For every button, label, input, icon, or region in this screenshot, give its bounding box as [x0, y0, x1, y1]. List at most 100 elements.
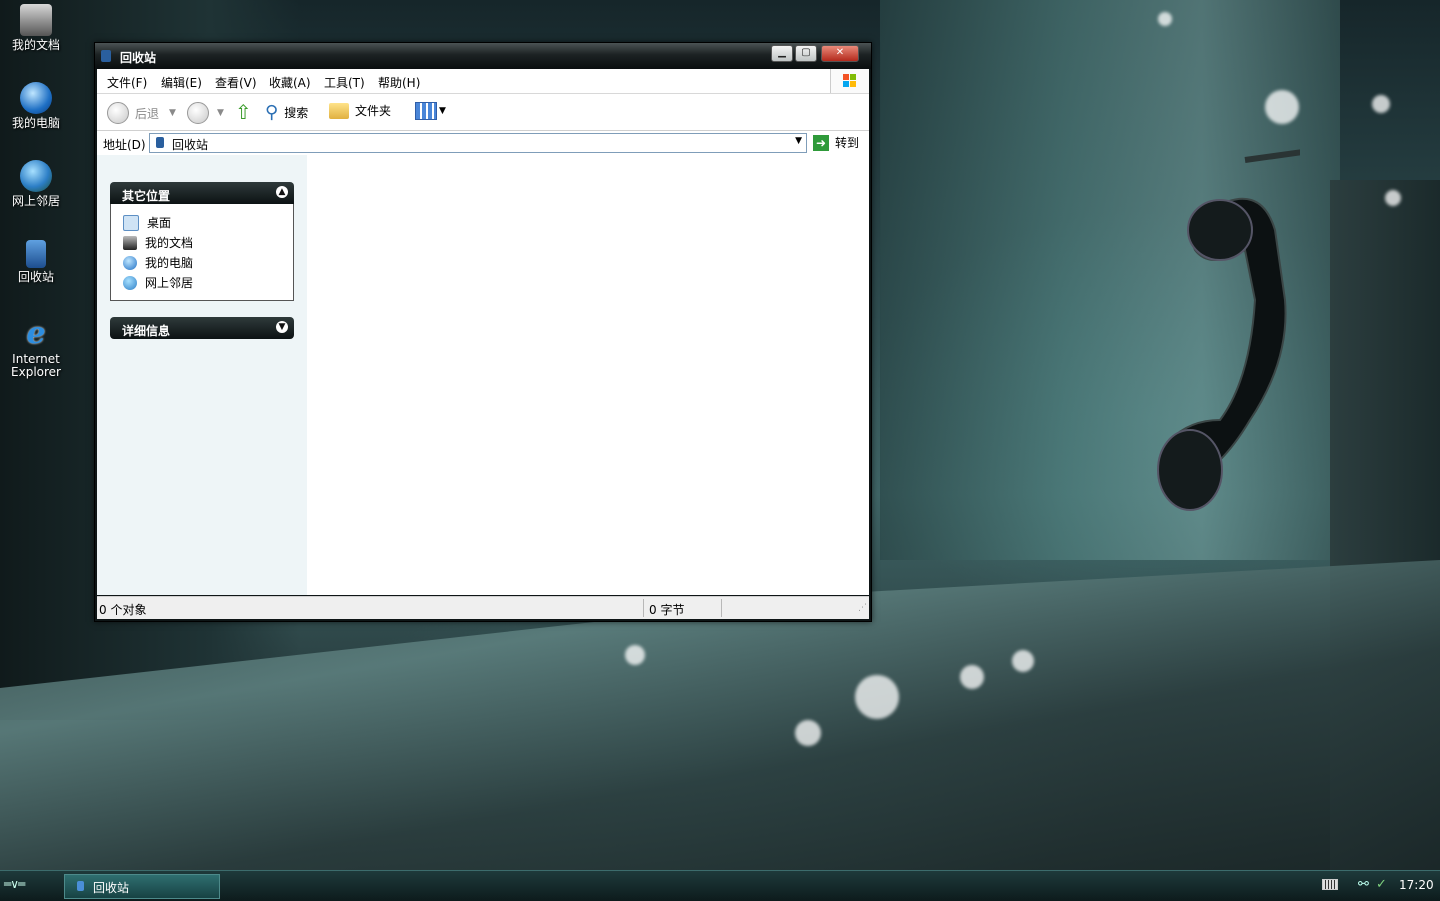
- search-label: 搜索: [284, 106, 309, 120]
- search-button[interactable]: ⚲ 搜索: [265, 102, 308, 123]
- views-icon: [415, 102, 437, 120]
- snowflake: [795, 720, 821, 746]
- address-label: 地址(D): [103, 138, 146, 152]
- address-input[interactable]: 回收站 ▼: [149, 133, 807, 153]
- my-computer-icon: [123, 255, 137, 270]
- status-separator: [721, 599, 722, 617]
- desktop-icon-label: 回收站: [17, 270, 54, 284]
- address-value: 回收站: [172, 138, 209, 152]
- place-link-label: 我的文档: [145, 236, 194, 250]
- internet-explorer-icon: e: [26, 316, 46, 351]
- place-link-my-computer[interactable]: 我的电脑: [123, 254, 193, 271]
- go-button[interactable]: ➜ 转到: [813, 134, 859, 151]
- menu-help[interactable]: 帮助(H): [378, 74, 420, 91]
- details-header[interactable]: 详细信息 ▼: [110, 317, 294, 339]
- address-bar: 地址(D) 回收站 ▼ ➜ 转到: [97, 131, 869, 156]
- menu-edit[interactable]: 编辑(E): [161, 74, 202, 91]
- network-places-icon: [20, 160, 52, 192]
- taskbar-button-label: 回收站: [93, 881, 130, 895]
- desktop-icon-network-places[interactable]: 网上邻居: [0, 160, 72, 208]
- status-bar: 0 个对象 0 字节 ⋰: [97, 596, 869, 619]
- desktop-icon-internet-explorer[interactable]: e Internet Explorer: [0, 318, 72, 379]
- clock[interactable]: 17:20: [1399, 878, 1434, 892]
- minimize-button[interactable]: ▁: [771, 45, 793, 62]
- taskbar: ═∨═ 回收站 ⚯ ✓ 17:20: [0, 870, 1440, 901]
- network-places-icon: [123, 275, 137, 290]
- chevron-down-icon[interactable]: ▼: [276, 321, 288, 333]
- menu-bar: 文件(F) 编辑(E) 查看(V) 收藏(A) 工具(T) 帮助(H): [97, 69, 869, 94]
- file-list[interactable]: [307, 155, 869, 595]
- task-pane: 其它位置 ▲ 桌面 我的文档 我的电脑 网上邻居 详细信息 ▼: [97, 155, 307, 595]
- views-button[interactable]: ▼: [415, 102, 446, 120]
- place-link-label: 网上邻居: [145, 276, 194, 290]
- snowflake: [960, 665, 984, 689]
- title-bar[interactable]: 回收站 ▁ ▢ ✕: [95, 43, 871, 69]
- menu-file[interactable]: 文件(F): [107, 74, 147, 91]
- explorer-window: 回收站 ▁ ▢ ✕ 文件(F) 编辑(E) 查看(V) 收藏(A) 工具(T) …: [94, 42, 872, 622]
- recycle-bin-icon: [101, 50, 111, 62]
- back-button[interactable]: 后退 ▼: [107, 102, 176, 124]
- snowflake: [1372, 95, 1390, 113]
- forward-button[interactable]: ▼: [187, 102, 224, 124]
- back-label: 后退: [135, 106, 160, 121]
- snowflake: [1385, 190, 1401, 206]
- place-link-label: 桌面: [147, 216, 172, 230]
- window-title: 回收站: [120, 51, 157, 65]
- folders-button[interactable]: 文件夹: [329, 102, 391, 119]
- menu-view[interactable]: 查看(V): [215, 74, 257, 91]
- desktop-icon-my-documents[interactable]: 我的文档: [0, 4, 72, 52]
- desktop-icon-label: 我的电脑: [11, 116, 60, 130]
- menu-tools[interactable]: 工具(T): [324, 74, 365, 91]
- chevron-up-icon[interactable]: ▲: [276, 186, 288, 198]
- desktop-icon-recycle-bin[interactable]: 回收站: [0, 240, 72, 284]
- desktop-icon-label: Internet Explorer: [11, 352, 61, 379]
- toolbar: 后退 ▼ ▼ ⇧ ⚲ 搜索 文件夹 ▼: [97, 94, 869, 131]
- status-object-count: 0 个对象: [99, 603, 147, 617]
- desktop-icon-my-computer[interactable]: 我的电脑: [0, 82, 72, 130]
- telephone-receiver-graphic: [1157, 149, 1300, 511]
- search-icon: ⚲: [265, 102, 279, 123]
- menu-favorites[interactable]: 收藏(A): [269, 74, 311, 91]
- status-size: 0 字节: [649, 603, 685, 617]
- go-label: 转到: [835, 136, 860, 150]
- windows-logo-icon: [830, 69, 869, 93]
- my-computer-icon: [20, 82, 52, 114]
- up-folder-button[interactable]: ⇧: [235, 102, 252, 122]
- start-button[interactable]: ═∨═: [4, 877, 25, 891]
- taskbar-button-recycle-bin[interactable]: 回收站: [64, 874, 220, 899]
- other-places-header[interactable]: 其它位置 ▲: [110, 182, 294, 204]
- go-arrow-icon: ➜: [813, 134, 829, 151]
- content-area: 其它位置 ▲ 桌面 我的文档 我的电脑 网上邻居 详细信息 ▼: [97, 155, 869, 595]
- other-places-panel: 桌面 我的文档 我的电脑 网上邻居: [110, 204, 294, 301]
- folder-icon: [329, 102, 349, 119]
- my-documents-icon: [20, 4, 52, 36]
- network-status-icon[interactable]: ⚯: [1358, 877, 1369, 892]
- recycle-bin-icon: [77, 881, 84, 891]
- maximize-button[interactable]: ▢: [795, 45, 817, 62]
- snowflake: [1012, 650, 1034, 672]
- place-link-desktop[interactable]: 桌面: [123, 214, 171, 231]
- details-title: 详细信息: [122, 324, 171, 338]
- snowflake: [625, 645, 645, 665]
- snowflake: [855, 675, 899, 719]
- close-button[interactable]: ✕: [821, 45, 859, 62]
- back-dropdown-icon[interactable]: ▼: [169, 108, 176, 118]
- place-link-my-documents[interactable]: 我的文档: [123, 234, 193, 251]
- views-dropdown-icon: ▼: [439, 106, 446, 116]
- recycle-bin-icon: [156, 137, 164, 148]
- forward-arrow-icon: [187, 102, 209, 124]
- place-link-network-places[interactable]: 网上邻居: [123, 274, 193, 291]
- place-link-label: 我的电脑: [145, 256, 194, 270]
- folders-label: 文件夹: [355, 104, 392, 118]
- other-places-title: 其它位置: [122, 189, 171, 203]
- address-dropdown-icon[interactable]: ▼: [795, 136, 802, 146]
- volume-icon[interactable]: ✓: [1376, 877, 1387, 892]
- keyboard-icon[interactable]: [1322, 879, 1338, 890]
- desktop-icon-label: 我的文档: [11, 38, 60, 52]
- my-documents-icon: [123, 235, 137, 250]
- resize-grip-icon[interactable]: ⋰: [858, 603, 867, 613]
- recycle-bin-icon: [26, 240, 46, 268]
- forward-dropdown-icon[interactable]: ▼: [217, 108, 224, 118]
- desktop-icon: [123, 214, 139, 231]
- status-separator: [643, 599, 644, 617]
